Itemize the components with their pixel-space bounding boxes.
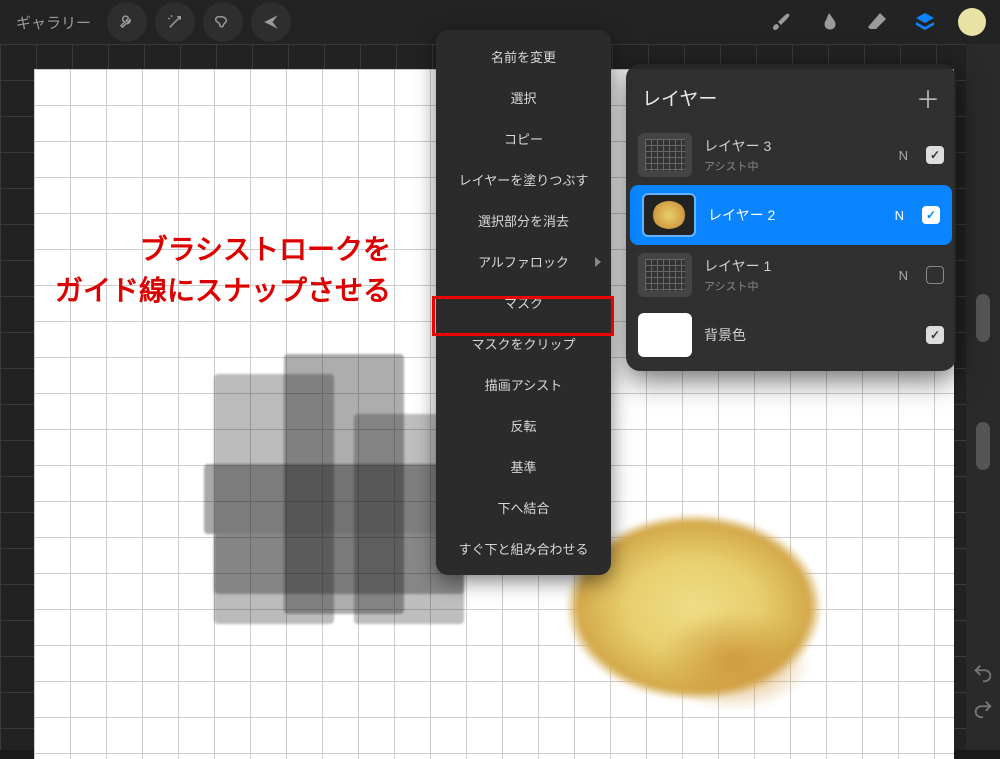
ctx-reference[interactable]: 基準	[436, 446, 611, 487]
layer-name: 背景色	[704, 325, 914, 345]
layer-assist-label: アシスト中	[704, 278, 887, 294]
layer-thumb	[638, 133, 692, 177]
layer-thumb	[642, 193, 696, 237]
selection-icon[interactable]	[203, 2, 243, 42]
annotation-text: ブラシストロークを ガイド線にスナップさせる	[55, 230, 391, 311]
redo-icon[interactable]	[972, 698, 994, 720]
brush-size-slider[interactable]	[976, 294, 990, 342]
gallery-button[interactable]: ギャラリー	[8, 6, 99, 39]
layer-thumb	[638, 253, 692, 297]
layer-blend[interactable]: N	[899, 148, 908, 163]
layer-blend[interactable]: N	[899, 268, 908, 283]
layer-visibility-checkbox[interactable]	[926, 326, 944, 344]
layer-context-menu: 名前を変更 選択 コピー レイヤーを塗りつぶす 選択部分を消去 アルファロック …	[436, 30, 611, 575]
ctx-alpha-lock[interactable]: アルファロック	[436, 241, 611, 282]
yellow-blob-shadow	[634, 609, 834, 739]
color-swatch[interactable]	[958, 8, 986, 36]
layer-visibility-checkbox[interactable]	[922, 206, 940, 224]
layer-visibility-checkbox[interactable]	[926, 146, 944, 164]
smudge-icon[interactable]	[814, 7, 844, 37]
undo-icon[interactable]	[972, 662, 994, 684]
layers-icon[interactable]	[910, 7, 940, 37]
layer-row-3[interactable]: レイヤー 3 アシスト中 N	[626, 125, 956, 185]
right-sidebar	[966, 44, 1000, 750]
layers-title: レイヤー	[642, 84, 717, 111]
brush-icon[interactable]	[766, 7, 796, 37]
ctx-invert[interactable]: 反転	[436, 405, 611, 446]
grey-strokes	[214, 354, 464, 634]
ctx-clear-selection[interactable]: 選択部分を消去	[436, 200, 611, 241]
wand-icon[interactable]	[155, 2, 195, 42]
ctx-copy[interactable]: コピー	[436, 118, 611, 159]
ctx-mask[interactable]: マスク	[436, 282, 611, 323]
ctx-merge-down[interactable]: 下へ結合	[436, 487, 611, 528]
layer-name: レイヤー 3	[704, 136, 887, 156]
layer-name: レイヤー 2	[708, 205, 883, 225]
layer-assist-label: アシスト中	[704, 158, 887, 174]
ctx-clip-mask[interactable]: マスクをクリップ	[436, 323, 611, 364]
ctx-select[interactable]: 選択	[436, 77, 611, 118]
layers-header: レイヤー ＋	[626, 64, 956, 125]
layer-name: レイヤー 1	[704, 256, 887, 276]
left-tool-group	[107, 2, 299, 42]
layers-panel: レイヤー ＋ レイヤー 3 アシスト中 N レイヤー 2 N レイヤー 1 アシ…	[626, 64, 956, 371]
brush-opacity-slider[interactable]	[976, 422, 990, 470]
layer-thumb	[638, 313, 692, 357]
ctx-fill[interactable]: レイヤーを塗りつぶす	[436, 159, 611, 200]
add-layer-button[interactable]: ＋	[916, 80, 940, 115]
move-icon[interactable]	[251, 2, 291, 42]
ctx-combine-down[interactable]: すぐ下と組み合わせる	[436, 528, 611, 569]
layer-visibility-checkbox[interactable]	[926, 266, 944, 284]
layer-row-2[interactable]: レイヤー 2 N	[630, 185, 952, 245]
right-tool-group	[766, 7, 992, 37]
ctx-rename[interactable]: 名前を変更	[436, 36, 611, 77]
ctx-drawing-assist[interactable]: 描画アシスト	[436, 364, 611, 405]
wrench-icon[interactable]	[107, 2, 147, 42]
layer-row-bg[interactable]: 背景色	[626, 305, 956, 365]
layer-row-1[interactable]: レイヤー 1 アシスト中 N	[626, 245, 956, 305]
eraser-icon[interactable]	[862, 7, 892, 37]
layer-blend[interactable]: N	[895, 208, 904, 223]
